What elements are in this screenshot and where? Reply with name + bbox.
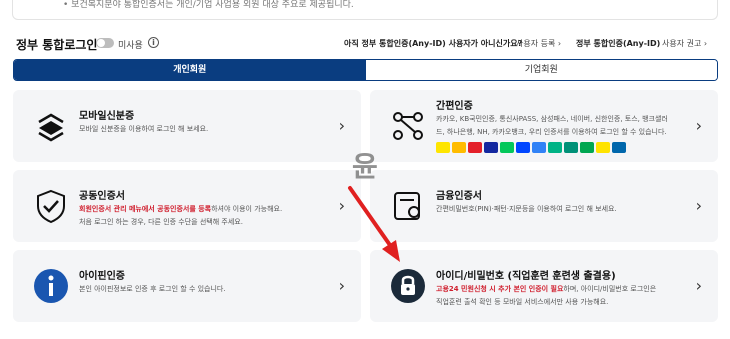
annotation-arrow (348, 186, 400, 262)
